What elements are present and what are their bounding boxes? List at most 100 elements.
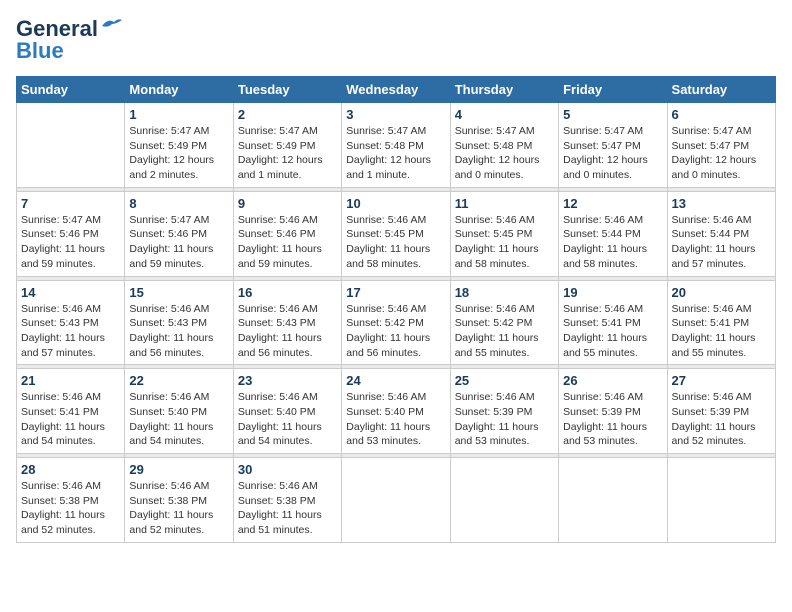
- header-thursday: Thursday: [450, 77, 558, 103]
- header-tuesday: Tuesday: [233, 77, 341, 103]
- day-number: 7: [21, 196, 120, 211]
- day-number: 19: [563, 285, 662, 300]
- calendar-cell: 4 Sunrise: 5:47 AMSunset: 5:48 PMDaylight…: [450, 103, 558, 188]
- logo: General Blue: [16, 16, 122, 64]
- day-number: 1: [129, 107, 228, 122]
- day-number: 24: [346, 373, 445, 388]
- calendar-cell: 1 Sunrise: 5:47 AMSunset: 5:49 PMDaylight…: [125, 103, 233, 188]
- header-wednesday: Wednesday: [342, 77, 450, 103]
- day-number: 20: [672, 285, 771, 300]
- day-info: Sunrise: 5:46 AMSunset: 5:38 PMDaylight:…: [21, 479, 120, 538]
- calendar-cell: 30 Sunrise: 5:46 AMSunset: 5:38 PMDayligh…: [233, 458, 341, 543]
- day-info: Sunrise: 5:46 AMSunset: 5:43 PMDaylight:…: [238, 302, 337, 361]
- day-number: 21: [21, 373, 120, 388]
- logo-blue: Blue: [16, 38, 64, 64]
- day-info: Sunrise: 5:46 AMSunset: 5:40 PMDaylight:…: [238, 390, 337, 449]
- calendar-cell: 20 Sunrise: 5:46 AMSunset: 5:41 PMDayligh…: [667, 280, 775, 365]
- calendar-cell: [559, 458, 667, 543]
- day-number: 22: [129, 373, 228, 388]
- day-info: Sunrise: 5:47 AMSunset: 5:46 PMDaylight:…: [129, 213, 228, 272]
- day-info: Sunrise: 5:46 AMSunset: 5:39 PMDaylight:…: [563, 390, 662, 449]
- day-info: Sunrise: 5:47 AMSunset: 5:46 PMDaylight:…: [21, 213, 120, 272]
- day-info: Sunrise: 5:46 AMSunset: 5:45 PMDaylight:…: [346, 213, 445, 272]
- day-info: Sunrise: 5:46 AMSunset: 5:43 PMDaylight:…: [129, 302, 228, 361]
- day-info: Sunrise: 5:46 AMSunset: 5:41 PMDaylight:…: [563, 302, 662, 361]
- day-number: 10: [346, 196, 445, 211]
- calendar-cell: 16 Sunrise: 5:46 AMSunset: 5:43 PMDayligh…: [233, 280, 341, 365]
- header: General Blue: [16, 16, 776, 64]
- calendar-cell: 19 Sunrise: 5:46 AMSunset: 5:41 PMDayligh…: [559, 280, 667, 365]
- calendar-cell: 3 Sunrise: 5:47 AMSunset: 5:48 PMDaylight…: [342, 103, 450, 188]
- calendar-cell: 21Sunrise: 5:46 AMSunset: 5:41 PMDayligh…: [17, 369, 125, 454]
- calendar-cell: 14 Sunrise: 5:46 AMSunset: 5:43 PMDayligh…: [17, 280, 125, 365]
- day-info: Sunrise: 5:46 AMSunset: 5:44 PMDaylight:…: [672, 213, 771, 272]
- week-row-4: 21Sunrise: 5:46 AMSunset: 5:41 PMDayligh…: [17, 369, 776, 454]
- day-number: 26: [563, 373, 662, 388]
- day-number: 15: [129, 285, 228, 300]
- day-info: Sunrise: 5:46 AMSunset: 5:43 PMDaylight:…: [21, 302, 120, 361]
- day-info: Sunrise: 5:46 AMSunset: 5:40 PMDaylight:…: [129, 390, 228, 449]
- day-info: Sunrise: 5:47 AMSunset: 5:49 PMDaylight:…: [129, 124, 228, 183]
- day-number: 9: [238, 196, 337, 211]
- day-info: Sunrise: 5:46 AMSunset: 5:38 PMDaylight:…: [238, 479, 337, 538]
- header-sunday: Sunday: [17, 77, 125, 103]
- calendar-cell: 5Sunrise: 5:47 AMSunset: 5:47 PMDaylight…: [559, 103, 667, 188]
- day-number: 30: [238, 462, 337, 477]
- calendar-cell: 9 Sunrise: 5:46 AMSunset: 5:46 PMDaylight…: [233, 191, 341, 276]
- calendar-cell: 8 Sunrise: 5:47 AMSunset: 5:46 PMDaylight…: [125, 191, 233, 276]
- day-info: Sunrise: 5:46 AMSunset: 5:42 PMDaylight:…: [346, 302, 445, 361]
- week-row-5: 28 Sunrise: 5:46 AMSunset: 5:38 PMDayligh…: [17, 458, 776, 543]
- calendar-cell: 29 Sunrise: 5:46 AMSunset: 5:38 PMDayligh…: [125, 458, 233, 543]
- calendar-cell: 6Sunrise: 5:47 AMSunset: 5:47 PMDaylight…: [667, 103, 775, 188]
- day-number: 23: [238, 373, 337, 388]
- day-number: 8: [129, 196, 228, 211]
- day-info: Sunrise: 5:47 AMSunset: 5:49 PMDaylight:…: [238, 124, 337, 183]
- day-number: 25: [455, 373, 554, 388]
- calendar-cell: 12Sunrise: 5:46 AMSunset: 5:44 PMDayligh…: [559, 191, 667, 276]
- header-monday: Monday: [125, 77, 233, 103]
- calendar-cell: [17, 103, 125, 188]
- day-info: Sunrise: 5:47 AMSunset: 5:48 PMDaylight:…: [455, 124, 554, 183]
- calendar-header-row: SundayMondayTuesdayWednesdayThursdayFrid…: [17, 77, 776, 103]
- day-info: Sunrise: 5:46 AMSunset: 5:39 PMDaylight:…: [672, 390, 771, 449]
- calendar-cell: 23 Sunrise: 5:46 AMSunset: 5:40 PMDayligh…: [233, 369, 341, 454]
- day-info: Sunrise: 5:46 AMSunset: 5:39 PMDaylight:…: [455, 390, 554, 449]
- calendar-cell: 28 Sunrise: 5:46 AMSunset: 5:38 PMDayligh…: [17, 458, 125, 543]
- week-row-3: 14 Sunrise: 5:46 AMSunset: 5:43 PMDayligh…: [17, 280, 776, 365]
- day-number: 6: [672, 107, 771, 122]
- logo-bird-icon: [100, 16, 122, 34]
- day-number: 27: [672, 373, 771, 388]
- day-number: 13: [672, 196, 771, 211]
- calendar-cell: 25 Sunrise: 5:46 AMSunset: 5:39 PMDayligh…: [450, 369, 558, 454]
- day-info: Sunrise: 5:46 AMSunset: 5:38 PMDaylight:…: [129, 479, 228, 538]
- calendar-cell: 11Sunrise: 5:46 AMSunset: 5:45 PMDayligh…: [450, 191, 558, 276]
- calendar-cell: 22 Sunrise: 5:46 AMSunset: 5:40 PMDayligh…: [125, 369, 233, 454]
- day-number: 14: [21, 285, 120, 300]
- day-info: Sunrise: 5:46 AMSunset: 5:46 PMDaylight:…: [238, 213, 337, 272]
- calendar-cell: 2Sunrise: 5:47 AMSunset: 5:49 PMDaylight…: [233, 103, 341, 188]
- day-number: 18: [455, 285, 554, 300]
- calendar-table: SundayMondayTuesdayWednesdayThursdayFrid…: [16, 76, 776, 543]
- week-row-2: 7 Sunrise: 5:47 AMSunset: 5:46 PMDaylight…: [17, 191, 776, 276]
- day-number: 4: [455, 107, 554, 122]
- calendar-cell: 17 Sunrise: 5:46 AMSunset: 5:42 PMDayligh…: [342, 280, 450, 365]
- calendar-cell: 24 Sunrise: 5:46 AMSunset: 5:40 PMDayligh…: [342, 369, 450, 454]
- header-friday: Friday: [559, 77, 667, 103]
- calendar-cell: 10 Sunrise: 5:46 AMSunset: 5:45 PMDayligh…: [342, 191, 450, 276]
- day-number: 3: [346, 107, 445, 122]
- calendar-cell: [342, 458, 450, 543]
- calendar-cell: 7 Sunrise: 5:47 AMSunset: 5:46 PMDaylight…: [17, 191, 125, 276]
- day-info: Sunrise: 5:46 AMSunset: 5:41 PMDaylight:…: [672, 302, 771, 361]
- day-number: 29: [129, 462, 228, 477]
- calendar-cell: 13 Sunrise: 5:46 AMSunset: 5:44 PMDayligh…: [667, 191, 775, 276]
- calendar-cell: 18Sunrise: 5:46 AMSunset: 5:42 PMDayligh…: [450, 280, 558, 365]
- day-info: Sunrise: 5:47 AMSunset: 5:47 PMDaylight:…: [563, 124, 662, 183]
- day-info: Sunrise: 5:47 AMSunset: 5:48 PMDaylight:…: [346, 124, 445, 183]
- calendar-cell: 15 Sunrise: 5:46 AMSunset: 5:43 PMDayligh…: [125, 280, 233, 365]
- day-info: Sunrise: 5:46 AMSunset: 5:44 PMDaylight:…: [563, 213, 662, 272]
- day-number: 17: [346, 285, 445, 300]
- week-row-1: 1 Sunrise: 5:47 AMSunset: 5:49 PMDaylight…: [17, 103, 776, 188]
- day-info: Sunrise: 5:46 AMSunset: 5:40 PMDaylight:…: [346, 390, 445, 449]
- day-number: 28: [21, 462, 120, 477]
- day-number: 16: [238, 285, 337, 300]
